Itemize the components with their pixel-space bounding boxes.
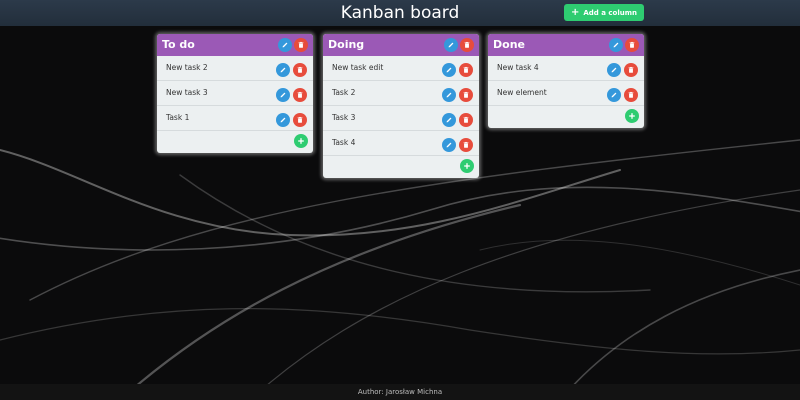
card: Task 2 bbox=[323, 81, 479, 106]
column-title: Done bbox=[493, 38, 525, 51]
trash-icon[interactable] bbox=[459, 88, 473, 102]
column-header: Doing bbox=[323, 34, 479, 56]
card-text: Task 1 bbox=[166, 113, 190, 122]
column-title: Doing bbox=[328, 38, 365, 51]
plus-icon[interactable] bbox=[460, 159, 474, 173]
pencil-icon[interactable] bbox=[278, 38, 292, 52]
column-title: To do bbox=[162, 38, 195, 51]
card: New task 2 bbox=[157, 56, 313, 81]
trash-icon[interactable] bbox=[293, 88, 307, 102]
card: Task 1 bbox=[157, 106, 313, 131]
trash-icon[interactable] bbox=[624, 63, 638, 77]
page-title: Kanban board bbox=[340, 3, 460, 23]
trash-icon[interactable] bbox=[293, 113, 307, 127]
card: Task 4 bbox=[323, 131, 479, 156]
pencil-icon[interactable] bbox=[607, 63, 621, 77]
trash-icon[interactable] bbox=[459, 113, 473, 127]
column-done: Done New task 4 New element bbox=[488, 34, 644, 128]
card: New task 4 bbox=[488, 56, 644, 81]
pencil-icon[interactable] bbox=[442, 88, 456, 102]
column-todo: To do New task 2 New task 3 Task 1 bbox=[157, 34, 313, 153]
pencil-icon[interactable] bbox=[442, 138, 456, 152]
pencil-icon[interactable] bbox=[607, 88, 621, 102]
top-bar: Kanban board + Add a column bbox=[0, 0, 800, 26]
card-text: New task 4 bbox=[497, 63, 539, 72]
pencil-icon[interactable] bbox=[276, 63, 290, 77]
card-text: New element bbox=[497, 88, 547, 97]
trash-icon[interactable] bbox=[460, 38, 474, 52]
column-footer bbox=[157, 131, 313, 153]
column-header: Done bbox=[488, 34, 644, 56]
card-text: Task 4 bbox=[332, 138, 356, 147]
card: New task 3 bbox=[157, 81, 313, 106]
pencil-icon[interactable] bbox=[609, 38, 623, 52]
trash-icon[interactable] bbox=[624, 88, 638, 102]
card-text: Task 2 bbox=[332, 88, 356, 97]
card-text: New task edit bbox=[332, 63, 384, 72]
trash-icon[interactable] bbox=[625, 38, 639, 52]
card: New element bbox=[488, 81, 644, 106]
column-header: To do bbox=[157, 34, 313, 56]
card-text: New task 2 bbox=[166, 63, 208, 72]
trash-icon[interactable] bbox=[293, 63, 307, 77]
pencil-icon[interactable] bbox=[442, 63, 456, 77]
add-column-label: Add a column bbox=[583, 8, 638, 17]
footer: Author: Jarosław Michna bbox=[0, 384, 800, 400]
pencil-icon[interactable] bbox=[444, 38, 458, 52]
plus-icon[interactable] bbox=[625, 109, 639, 123]
column-footer bbox=[488, 106, 644, 128]
trash-icon[interactable] bbox=[459, 63, 473, 77]
trash-icon[interactable] bbox=[294, 38, 308, 52]
plus-icon[interactable] bbox=[294, 134, 308, 148]
card-text: New task 3 bbox=[166, 88, 208, 97]
pencil-icon[interactable] bbox=[276, 113, 290, 127]
plus-icon: + bbox=[570, 6, 580, 18]
column-footer bbox=[323, 156, 479, 178]
add-column-button[interactable]: + Add a column bbox=[564, 4, 644, 21]
card: New task edit bbox=[323, 56, 479, 81]
card-text: Task 3 bbox=[332, 113, 356, 122]
trash-icon[interactable] bbox=[459, 138, 473, 152]
card: Task 3 bbox=[323, 106, 479, 131]
pencil-icon[interactable] bbox=[276, 88, 290, 102]
author-text: Author: Jarosław Michna bbox=[357, 388, 443, 396]
pencil-icon[interactable] bbox=[442, 113, 456, 127]
column-doing: Doing New task edit Task 2 Task 3 Task 4 bbox=[323, 34, 479, 178]
